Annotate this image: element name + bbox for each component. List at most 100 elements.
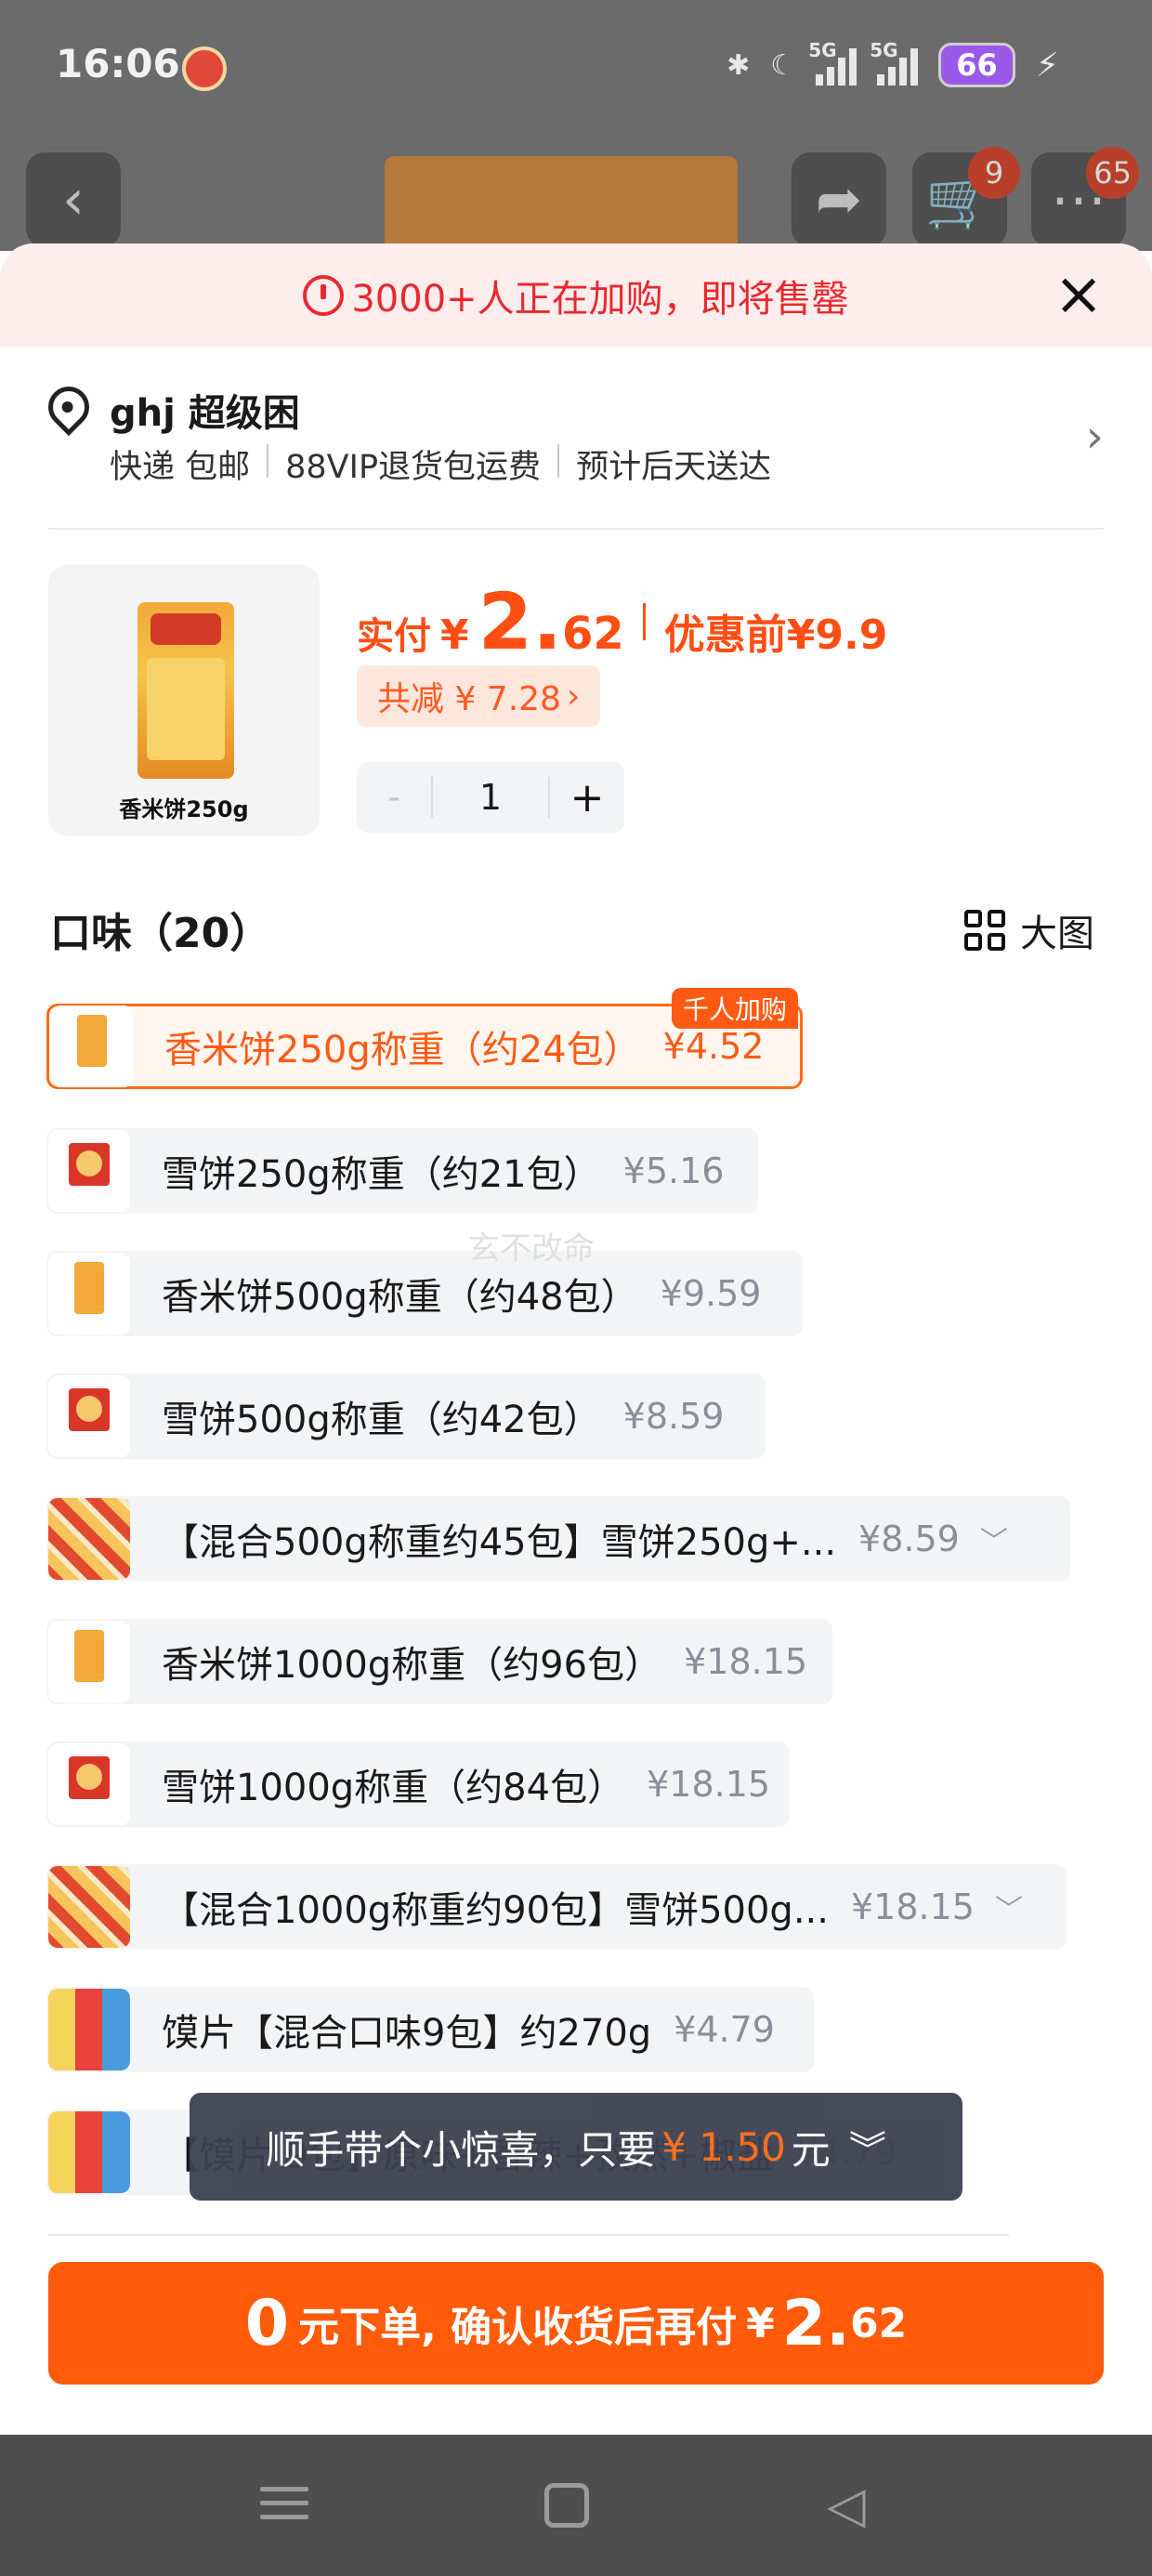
- big-view-label: 大图: [1020, 913, 1094, 955]
- status-bar: 16:06 ✱ ☾ 5G 5G 66 ⚡: [0, 0, 1152, 139]
- option-chip[interactable]: 【混合500g称重约45包】雪饼250g+... ¥8.59 ﹀: [46, 1496, 1070, 1582]
- final-price-label: 实付: [357, 615, 431, 658]
- cta-text: 元下单, 确认收货后再付: [298, 2304, 738, 2351]
- product-package-image: [137, 602, 234, 779]
- option-thumbnail: [51, 1005, 133, 1087]
- big-image-toggle[interactable]: 大图: [964, 903, 1094, 957]
- shipping-method: 快递 包邮: [110, 449, 251, 486]
- option-price: ¥4.52: [662, 1026, 765, 1067]
- cta-zero: 0: [244, 2286, 290, 2360]
- toast-amount: ¥ 1.50: [661, 2123, 786, 2170]
- option-price: ¥5.16: [622, 1150, 725, 1191]
- cart-count-badge: 9: [968, 147, 1020, 199]
- cta-currency: ¥: [746, 2299, 775, 2347]
- back-nav-button[interactable]: ◁: [827, 2477, 883, 2533]
- app-notification-icon: [182, 46, 227, 91]
- chevron-down-icon[interactable]: ﹀: [995, 1886, 1023, 1927]
- divider: [267, 444, 269, 478]
- option-chip[interactable]: 香米饼1000g称重（约96包） ¥18.15: [46, 1619, 832, 1704]
- option-chip[interactable]: 雪饼1000g称重（约84包） ¥18.15: [46, 1741, 790, 1827]
- product-thumbnail[interactable]: 香米饼250g: [48, 565, 320, 836]
- return-policy: 88VIP退货包运费: [285, 449, 542, 486]
- option-price: ¥8.59: [622, 1396, 725, 1437]
- watermark-text: 玄不改命: [468, 1230, 595, 1268]
- cta-amount-decimal: 62: [849, 2299, 908, 2347]
- option-thumbnail: [48, 1743, 130, 1825]
- option-thumbnail: [48, 1621, 130, 1702]
- delivery-address[interactable]: ghj 超级困 快递 包邮 88VIP退货包运费 预计后天送达 ›: [39, 377, 1104, 491]
- option-label: 雪饼250g称重（约21包）: [162, 1153, 601, 1196]
- back-button[interactable]: ‹: [26, 152, 121, 247]
- divider: [557, 444, 560, 478]
- close-button[interactable]: ×: [1046, 264, 1111, 329]
- option-price: ¥4.79: [674, 2009, 775, 2050]
- decrement-button[interactable]: -: [357, 776, 431, 819]
- urgency-text: 3000+人正在加购，即将售罄: [351, 278, 849, 321]
- discount-tag[interactable]: 共减 ¥ 7.28 ›: [357, 665, 601, 727]
- system-navigation-bar: ◁: [0, 2435, 1152, 2576]
- option-price: ¥18.15: [647, 1764, 771, 1805]
- address-name: ghj 超级困: [110, 392, 300, 435]
- option-chip[interactable]: 雪饼500g称重（约42包） ¥8.59: [46, 1373, 766, 1459]
- cart-button[interactable]: 🛒 9: [912, 147, 1020, 247]
- cta-amount-integer: 2.: [781, 2286, 850, 2360]
- option-thumbnail: [48, 1866, 130, 1948]
- option-price: ¥18.15: [850, 1886, 975, 1927]
- product-image-peek: [385, 156, 738, 249]
- status-icons: ✱ ☾ 5G 5G 66 ⚡: [727, 39, 1059, 87]
- option-label: 雪饼500g称重（约42包）: [162, 1399, 601, 1441]
- flavor-section-title: 口味（20）: [50, 910, 271, 957]
- option-thumbnail: [48, 1375, 130, 1457]
- menu-button[interactable]: [256, 2477, 312, 2533]
- option-chip[interactable]: 【混合1000g称重约90包】雪饼500g... ¥18.15 ﹀: [46, 1864, 1067, 1950]
- option-label: 雪饼1000g称重（约84包）: [162, 1767, 625, 1809]
- messages-count-badge: 65: [1086, 147, 1139, 199]
- option-chip[interactable]: 雪饼250g称重（约21包） ¥5.16: [46, 1128, 758, 1214]
- share-button[interactable]: ➦: [792, 152, 886, 247]
- signal-icon-2: 5G: [870, 39, 919, 85]
- quantity-value[interactable]: 1: [431, 777, 550, 818]
- network-type-label: 5G: [808, 39, 837, 61]
- option-thumbnail: [48, 1989, 130, 2070]
- messages-button[interactable]: ⋯ 65: [1031, 147, 1139, 247]
- option-label: 【混合1000g称重约90包】雪饼500g...: [162, 1889, 829, 1932]
- alarm-clock-icon: [303, 275, 345, 316]
- quantity-stepper: - 1 +: [357, 762, 624, 833]
- list-bottom-divider: [48, 2234, 1009, 2236]
- option-thumbnail: [48, 1498, 130, 1580]
- currency-symbol: ¥: [440, 611, 469, 659]
- location-pin-icon: [39, 377, 98, 437]
- option-chip[interactable]: 香米饼250g称重（约24包） ¥4.52 千人加购: [46, 988, 803, 1089]
- option-chip[interactable]: 香米饼500g称重（约48包） ¥9.59: [46, 1251, 803, 1336]
- battery-indicator: 66: [938, 43, 1015, 87]
- increment-button[interactable]: +: [550, 774, 624, 821]
- option-price: ¥18.15: [684, 1641, 808, 1682]
- home-button[interactable]: [544, 2483, 589, 2528]
- charging-icon: ⚡: [1035, 46, 1059, 85]
- add-on-suggestion-toast[interactable]: 顺手带个小惊喜，只要 ¥ 1.50 元 ︾: [190, 2093, 962, 2201]
- option-thumbnail: [48, 1130, 130, 1212]
- option-label: 香米饼500g称重（约48包）: [162, 1276, 638, 1319]
- option-chip[interactable]: 馍片【混合口味9包】约270g ¥4.79: [46, 1987, 814, 2072]
- moon-icon: ☾: [770, 48, 796, 82]
- network-type-label-2: 5G: [870, 39, 898, 61]
- share-icon: ➦: [815, 167, 863, 232]
- checkout-button[interactable]: 0 元下单, 确认收货后再付 ¥2. 62: [48, 2262, 1104, 2385]
- close-icon: ×: [1054, 260, 1104, 329]
- final-price-integer: 2.: [478, 576, 562, 667]
- double-chevron-down-icon: ︾: [848, 2129, 886, 2172]
- divider: [642, 603, 646, 640]
- option-thumbnail: [48, 2111, 130, 2193]
- price-line: 实付 ¥ 2. 62 优惠前 ¥9.9: [357, 576, 887, 667]
- option-price: ¥8.59: [858, 1518, 960, 1559]
- final-price-decimal: 62: [561, 608, 624, 660]
- chevron-left-icon: ‹: [62, 167, 85, 232]
- chevron-down-icon[interactable]: ﹀: [980, 1518, 1008, 1559]
- option-price: ¥9.59: [660, 1273, 762, 1314]
- original-price-label: 优惠前: [663, 611, 787, 659]
- grid-icon: [964, 910, 1005, 951]
- option-label: 香米饼1000g称重（约96包）: [162, 1644, 662, 1687]
- thumbnail-caption: 香米饼250g: [119, 796, 249, 822]
- delivery-eta: 预计后天送达: [576, 449, 772, 486]
- original-price: ¥9.9: [786, 611, 888, 659]
